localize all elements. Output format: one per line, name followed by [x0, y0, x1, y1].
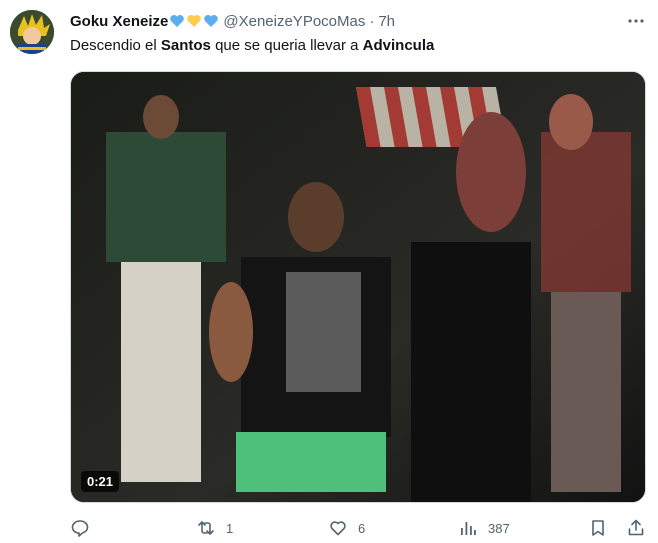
- retweet-button[interactable]: 1: [196, 518, 233, 538]
- tweet-bold-santos: Santos: [160, 37, 211, 54]
- video-duration: 0:21: [81, 471, 120, 492]
- tweet-text-part: que se queria llevar a: [210, 37, 363, 54]
- bookmark-button[interactable]: [588, 518, 608, 538]
- blue-heart-icon: [170, 15, 185, 27]
- separator-dot: ·: [369, 12, 375, 30]
- tweet-text-part: Descendio el: [70, 37, 161, 54]
- share-button[interactable]: [626, 518, 646, 538]
- video-frame-image: [71, 72, 645, 502]
- timestamp[interactable]: 7h: [378, 13, 395, 30]
- bookmark-icon: [592, 520, 604, 536]
- tweet-actions: 1 6 387: [70, 518, 650, 542]
- more-options-button[interactable]: [624, 10, 648, 32]
- video-player[interactable]: 0:21: [70, 71, 646, 503]
- author-name[interactable]: Goku Xeneize: [70, 13, 168, 30]
- share-icon: [628, 519, 644, 536]
- tweet-bold-advincula: Advincula: [362, 37, 435, 54]
- author-avatar[interactable]: [10, 10, 54, 54]
- blue-heart-icon: [204, 15, 219, 27]
- tweet-text: Descendio el Santos que se queria llevar…: [70, 36, 434, 56]
- author-handle[interactable]: @XeneizeYPocoMas: [223, 13, 365, 30]
- more-dots-icon: [628, 19, 644, 23]
- views-button[interactable]: 387: [458, 518, 510, 538]
- retweet-count: 1: [226, 520, 234, 536]
- reply-icon: [71, 520, 89, 537]
- retweet-icon: [198, 521, 214, 535]
- tweet-header: Goku Xeneize @XeneizeYPocoMas · 7h: [70, 10, 395, 32]
- reply-button[interactable]: [70, 518, 100, 538]
- like-count: 6: [358, 520, 366, 536]
- views-count: 387: [488, 520, 510, 536]
- like-button[interactable]: 6: [328, 518, 365, 538]
- heart-icon: [330, 521, 346, 536]
- views-chart-icon: [461, 522, 476, 535]
- yellow-heart-icon: [187, 15, 202, 27]
